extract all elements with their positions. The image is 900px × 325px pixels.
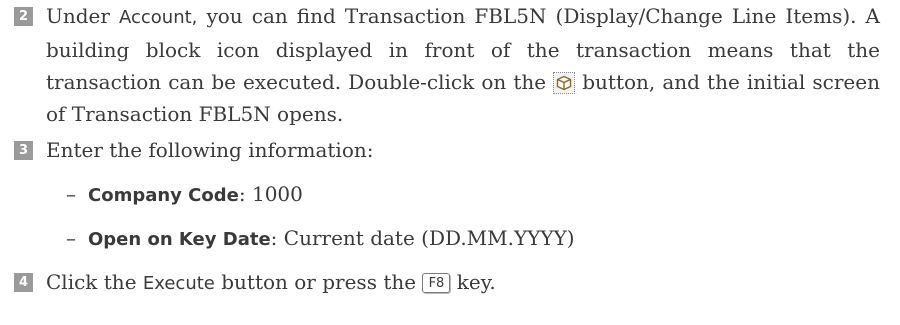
field-label: Open on Key Date [88,229,271,250]
step-text-part: key. [450,270,496,294]
separator: : [238,182,252,206]
separator: : [270,226,284,250]
list-item-key-date: – Open on Key Date: Current date (DD.MM.Y… [66,222,575,256]
list-dash: – [66,182,76,206]
step-number-badge: 4 [14,273,33,292]
field-value: Current date (DD.MM.YYYY) [283,226,575,250]
step-2: 2 Under Account, you can find Transactio… [0,0,880,130]
field-value: 1000 [251,182,303,206]
list-item-company-code: – Company Code: 1000 [66,178,303,212]
step-text-part: Click the [46,270,143,294]
step-text-part: button or press the [214,270,423,294]
field-label: Company Code [88,185,239,206]
document-page: 2 Under Account, you can find Transactio… [0,0,900,325]
step-number-badge: 3 [14,141,33,160]
step-text: Under Account, you can find Transaction … [46,0,880,130]
step-number-badge: 2 [14,7,33,26]
step-text-part: Under [46,4,119,28]
f8-key: F8 [422,273,451,293]
step-text: Click the Execute button or press the F8… [46,266,880,300]
execute-term: Execute [142,273,215,294]
account-term: Account, [119,7,198,28]
step-text: Enter the following information: [46,138,374,162]
list-dash: – [66,226,76,250]
building-block-icon [553,72,576,94]
step-4: 4 Click the Execute button or press the … [0,266,880,300]
step-3: 3 Enter the following information: [0,134,880,166]
